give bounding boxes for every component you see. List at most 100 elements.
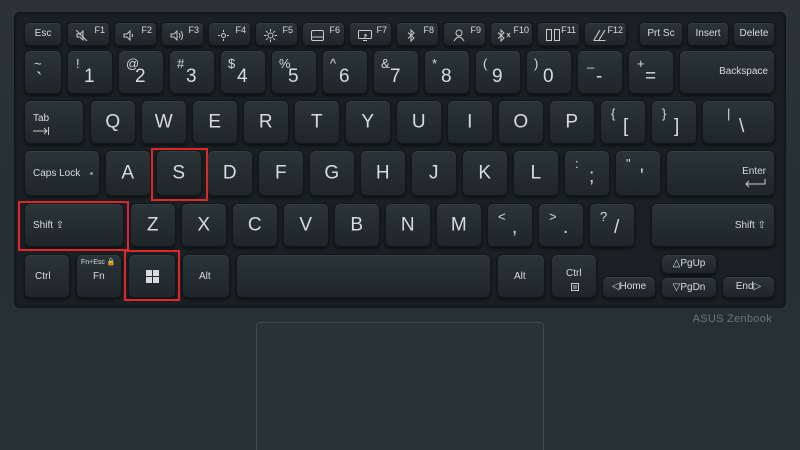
- key-delete[interactable]: Delete: [733, 22, 775, 46]
- key-quote[interactable]: " ': [615, 150, 661, 196]
- key-label: Ctrl: [566, 268, 582, 279]
- key-left-bracket[interactable]: { [: [600, 100, 646, 144]
- key-c[interactable]: C: [232, 203, 278, 247]
- key-right-bracket[interactable]: } ]: [651, 100, 697, 144]
- key-insert[interactable]: Insert: [687, 22, 729, 46]
- key-f10[interactable]: F10: [490, 22, 533, 46]
- split-screen-icon: [546, 29, 560, 41]
- key-q[interactable]: Q: [90, 100, 136, 144]
- key-a[interactable]: A: [105, 150, 151, 196]
- key-label: Z: [146, 214, 160, 236]
- key-8[interactable]: * 8: [424, 50, 470, 94]
- key-shift-label: ~: [34, 56, 42, 71]
- key-label: Prt Sc: [647, 28, 675, 39]
- key-right-ctrl[interactable]: Ctrl: [551, 254, 597, 298]
- key-pgup[interactable]: △PgUp: [661, 254, 717, 274]
- key-f2[interactable]: F2: [114, 22, 157, 46]
- key-b[interactable]: B: [334, 203, 380, 247]
- lock-screen-icon: [453, 29, 465, 42]
- key-5[interactable]: % 5: [271, 50, 317, 94]
- key-y[interactable]: Y: [345, 100, 391, 144]
- key-period[interactable]: > .: [538, 203, 584, 247]
- key-4[interactable]: $ 4: [220, 50, 266, 94]
- key-r[interactable]: R: [243, 100, 289, 144]
- key-right-alt[interactable]: Alt: [497, 254, 545, 298]
- key-k[interactable]: K: [462, 150, 508, 196]
- key-comma[interactable]: < ,: [487, 203, 533, 247]
- key-tab[interactable]: Tab: [24, 100, 84, 144]
- key-label: O: [513, 111, 529, 133]
- key-left-shift[interactable]: Shift ⇧: [24, 203, 124, 247]
- key-w[interactable]: W: [141, 100, 187, 144]
- key-i[interactable]: I: [447, 100, 493, 144]
- key-shift-label: &: [381, 56, 390, 71]
- key-m[interactable]: M: [436, 203, 482, 247]
- key-left-alt[interactable]: Alt: [182, 254, 230, 298]
- key-right-shift[interactable]: Shift ⇧: [651, 203, 775, 247]
- key-f4[interactable]: F4: [208, 22, 251, 46]
- touchpad[interactable]: [256, 322, 544, 450]
- key-label: T: [310, 111, 324, 133]
- key-g[interactable]: G: [309, 150, 355, 196]
- key-h[interactable]: H: [360, 150, 406, 196]
- key-f11[interactable]: F11: [537, 22, 580, 46]
- key-backslash[interactable]: | \: [702, 100, 775, 144]
- key-9[interactable]: ( 9: [475, 50, 521, 94]
- key-shift-label: (: [483, 56, 488, 71]
- key-esc[interactable]: Esc: [24, 22, 62, 46]
- key-backtick[interactable]: ~ `: [24, 50, 62, 94]
- key-label: 5: [288, 66, 300, 87]
- key-2[interactable]: @ 2: [118, 50, 164, 94]
- key-z[interactable]: Z: [130, 203, 176, 247]
- key-f6[interactable]: F6: [302, 22, 345, 46]
- key-left-ctrl[interactable]: Ctrl: [24, 254, 70, 298]
- key-caps-lock[interactable]: Caps Lock: [24, 150, 100, 196]
- key-j[interactable]: J: [411, 150, 457, 196]
- brightness-up-icon: [264, 29, 277, 42]
- key-equals[interactable]: + =: [628, 50, 674, 94]
- key-backspace[interactable]: Backspace: [679, 50, 775, 94]
- key-spacebar[interactable]: [236, 254, 491, 298]
- key-f1[interactable]: F1: [67, 22, 110, 46]
- key-1[interactable]: ! 1: [67, 50, 113, 94]
- key-semicolon[interactable]: : ;: [564, 150, 610, 196]
- key-minus[interactable]: _ -: [577, 50, 623, 94]
- key-t[interactable]: T: [294, 100, 340, 144]
- key-f8[interactable]: F8: [396, 22, 439, 46]
- key-pgdn[interactable]: ▽PgDn: [661, 277, 717, 298]
- key-e[interactable]: E: [192, 100, 238, 144]
- key-7[interactable]: & 7: [373, 50, 419, 94]
- key-enter[interactable]: Enter: [666, 150, 775, 196]
- key-home[interactable]: ◁Home: [602, 276, 656, 298]
- key-end[interactable]: End▷: [722, 276, 775, 298]
- key-o[interactable]: O: [498, 100, 544, 144]
- key-f[interactable]: F: [258, 150, 304, 196]
- key-prtsc[interactable]: Prt Sc: [639, 22, 683, 46]
- key-n[interactable]: N: [385, 203, 431, 247]
- key-label: ]: [674, 116, 680, 137]
- key-l[interactable]: L: [513, 150, 559, 196]
- key-x[interactable]: X: [181, 203, 227, 247]
- caps-lock-indicator: [90, 172, 93, 175]
- key-f5[interactable]: F5: [255, 22, 298, 46]
- key-fn[interactable]: Fn+Esc 🔒 Fn: [76, 254, 122, 298]
- key-f7[interactable]: F7: [349, 22, 392, 46]
- key-6[interactable]: ^ 6: [322, 50, 368, 94]
- key-0[interactable]: ) 0: [526, 50, 572, 94]
- key-s[interactable]: S: [156, 150, 202, 196]
- key-f12[interactable]: F12: [584, 22, 627, 46]
- key-v[interactable]: V: [283, 203, 329, 247]
- key-label: Backspace: [719, 66, 768, 77]
- key-f9[interactable]: F9: [443, 22, 486, 46]
- key-3[interactable]: # 3: [169, 50, 215, 94]
- key-label: F: [274, 162, 288, 184]
- key-u[interactable]: U: [396, 100, 442, 144]
- key-p[interactable]: P: [549, 100, 595, 144]
- key-f3[interactable]: F3: [161, 22, 204, 46]
- key-d[interactable]: D: [207, 150, 253, 196]
- key-label: 8: [441, 66, 453, 87]
- key-slash[interactable]: ? /: [589, 203, 635, 247]
- touchpad-toggle-icon: [311, 30, 324, 41]
- key-windows[interactable]: [128, 254, 176, 298]
- key-shift-label: ": [626, 156, 631, 171]
